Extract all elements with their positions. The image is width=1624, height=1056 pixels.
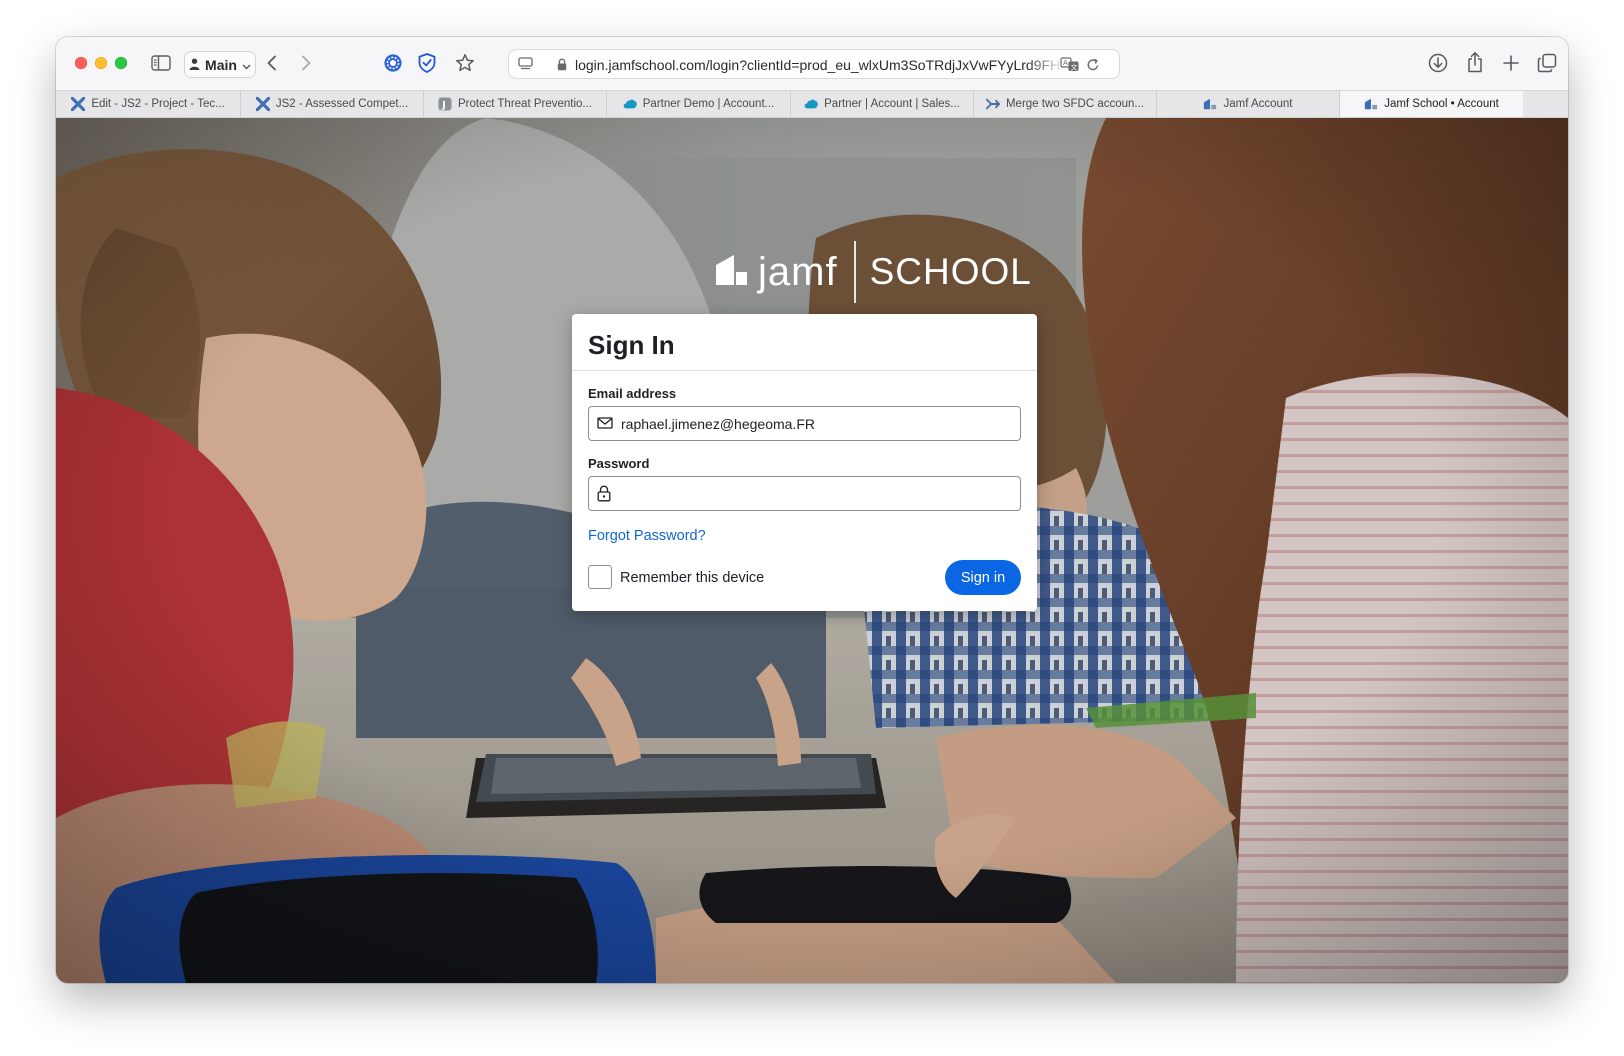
browser-tab[interactable]: Edit - JS2 - Project - Tec... [56, 91, 241, 117]
email-value: raphael.jimenez@hegeoma.FR [621, 416, 815, 432]
sign-in-title: Sign In [588, 330, 675, 360]
browser-toolbar: Main login.jamfschool.com/login?clientId… [56, 37, 1568, 90]
browser-tab[interactable]: J Protect Threat Preventio... [424, 91, 607, 117]
salesforce-cloud-icon [804, 97, 818, 111]
reload-icon[interactable] [1085, 57, 1101, 73]
zoom-window-button[interactable] [115, 57, 127, 69]
jira-icon [255, 97, 270, 111]
close-window-button[interactable] [75, 57, 87, 69]
tab-label: JS2 - Assessed Compet... [275, 98, 409, 110]
tab-label: Partner Demo | Account... [642, 98, 775, 110]
bookmark-star-icon[interactable] [454, 52, 476, 74]
tab-label: Jamf School • Account [1384, 98, 1499, 110]
lock-icon [556, 57, 568, 72]
merge-icon [985, 97, 1000, 111]
password-field[interactable] [588, 476, 1021, 511]
page-content: jamf SCHOOL Sign In Email address raphae… [56, 118, 1568, 983]
password-label: Password [588, 456, 650, 471]
jamf-school-logo: jamf SCHOOL [714, 240, 1032, 304]
jamf-j-icon: J [438, 97, 452, 111]
jamf-icon [1203, 97, 1217, 111]
remember-device-label[interactable]: Remember this device [620, 570, 764, 586]
lock-icon [597, 485, 611, 507]
svg-text:文: 文 [1071, 62, 1078, 71]
browser-tab[interactable]: Partner Demo | Account... [607, 91, 791, 117]
sign-in-card: Sign In Email address raphael.jimenez@he… [572, 314, 1037, 611]
chevron-down-icon [242, 57, 251, 73]
minimize-window-button[interactable] [95, 57, 107, 69]
svg-text:A: A [1063, 59, 1068, 67]
browser-tab[interactable]: Jamf Account [1157, 91, 1340, 117]
svg-text:J: J [441, 100, 446, 111]
profile-switcher[interactable]: Main [184, 51, 256, 78]
sign-in-button[interactable]: Sign in [945, 560, 1021, 595]
extension-sun-icon[interactable] [382, 52, 404, 74]
jira-icon [71, 97, 86, 111]
share-icon[interactable] [1464, 50, 1486, 74]
forward-icon[interactable] [296, 52, 316, 74]
salesforce-cloud-icon [623, 97, 637, 111]
jamf-icon [1364, 97, 1378, 111]
shield-check-icon[interactable] [416, 52, 438, 74]
tab-label: Edit - JS2 - Project - Tec... [91, 98, 225, 110]
browser-window: Main login.jamfschool.com/login?clientId… [56, 37, 1568, 983]
jamf-logo-icon [714, 253, 748, 292]
tab-label: Partner | Account | Sales... [824, 98, 960, 110]
brand-word: jamf [758, 249, 838, 294]
brand-product: SCHOOL [869, 251, 1032, 292]
tab-label: Jamf Account [1223, 98, 1293, 110]
tab-label: Protect Threat Preventio... [457, 98, 593, 110]
email-field[interactable]: raphael.jimenez@hegeoma.FR [588, 406, 1021, 441]
page-menu-icon[interactable] [516, 56, 534, 72]
person-icon [189, 57, 200, 73]
forgot-password-link[interactable]: Forgot Password? [588, 528, 706, 544]
browser-tab[interactable]: Partner | Account | Sales... [791, 91, 974, 117]
browser-tab[interactable]: Merge two SFDC accoun... [974, 91, 1157, 117]
back-icon[interactable] [262, 52, 282, 74]
tab-bar: Edit - JS2 - Project - Tec... JS2 - Asse… [56, 90, 1568, 118]
browser-tab-active[interactable]: Jamf School • Account [1340, 91, 1523, 117]
envelope-icon [597, 416, 613, 435]
new-tab-plus-icon[interactable] [1500, 52, 1522, 74]
profile-label: Main [205, 56, 237, 73]
tab-overview-icon[interactable] [1536, 52, 1558, 74]
email-label: Email address [588, 386, 677, 401]
translate-icon[interactable]: A文 [1059, 56, 1081, 73]
brand-divider [853, 241, 856, 303]
browser-tab[interactable]: JS2 - Assessed Compet... [241, 91, 424, 117]
remember-device-checkbox[interactable] [588, 565, 612, 589]
downloads-icon[interactable] [1427, 52, 1449, 74]
sidebar-icon[interactable] [150, 54, 172, 72]
address-bar[interactable]: login.jamfschool.com/login?clientId=prod… [508, 49, 1120, 79]
divider [572, 370, 1037, 371]
tab-label: Merge two SFDC accoun... [1005, 98, 1145, 110]
url-text: login.jamfschool.com/login?clientId=prod… [575, 57, 1065, 73]
